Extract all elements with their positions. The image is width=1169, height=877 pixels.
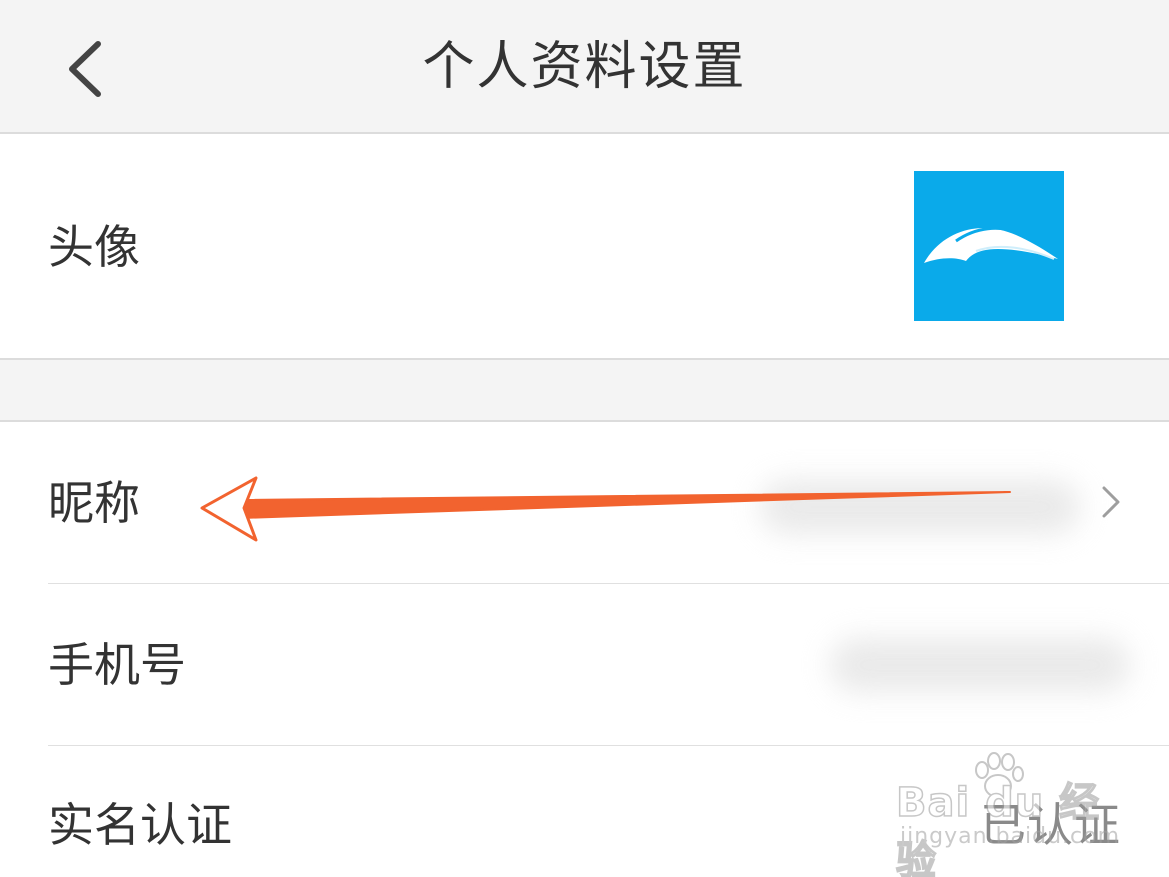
profile-settings-screen: 个人资料设置 头像 昵称 手机号 实名认证 已认证 Bai du 经验 jing…	[0, 0, 1169, 877]
nickname-row[interactable]: 昵称	[0, 422, 1169, 584]
verification-status: 已认证	[980, 798, 1121, 852]
nickname-value-obscured	[760, 480, 1080, 534]
avatar-logo-image	[924, 226, 1058, 263]
back-button[interactable]	[50, 28, 130, 108]
chevron-right-icon	[1102, 486, 1120, 518]
nickname-label: 昵称	[48, 476, 140, 530]
phone-label: 手机号	[48, 638, 186, 692]
real-name-label: 实名认证	[48, 798, 232, 852]
avatar-label: 头像	[48, 220, 140, 274]
chevron-left-icon	[69, 41, 101, 97]
phone-value-obscured	[830, 638, 1130, 692]
avatar[interactable]	[914, 171, 1064, 321]
page-title: 个人资料设置	[422, 37, 747, 97]
phone-row[interactable]: 手机号	[0, 584, 1169, 746]
section-spacer	[0, 358, 1169, 422]
top-bar: 个人资料设置	[0, 0, 1169, 134]
